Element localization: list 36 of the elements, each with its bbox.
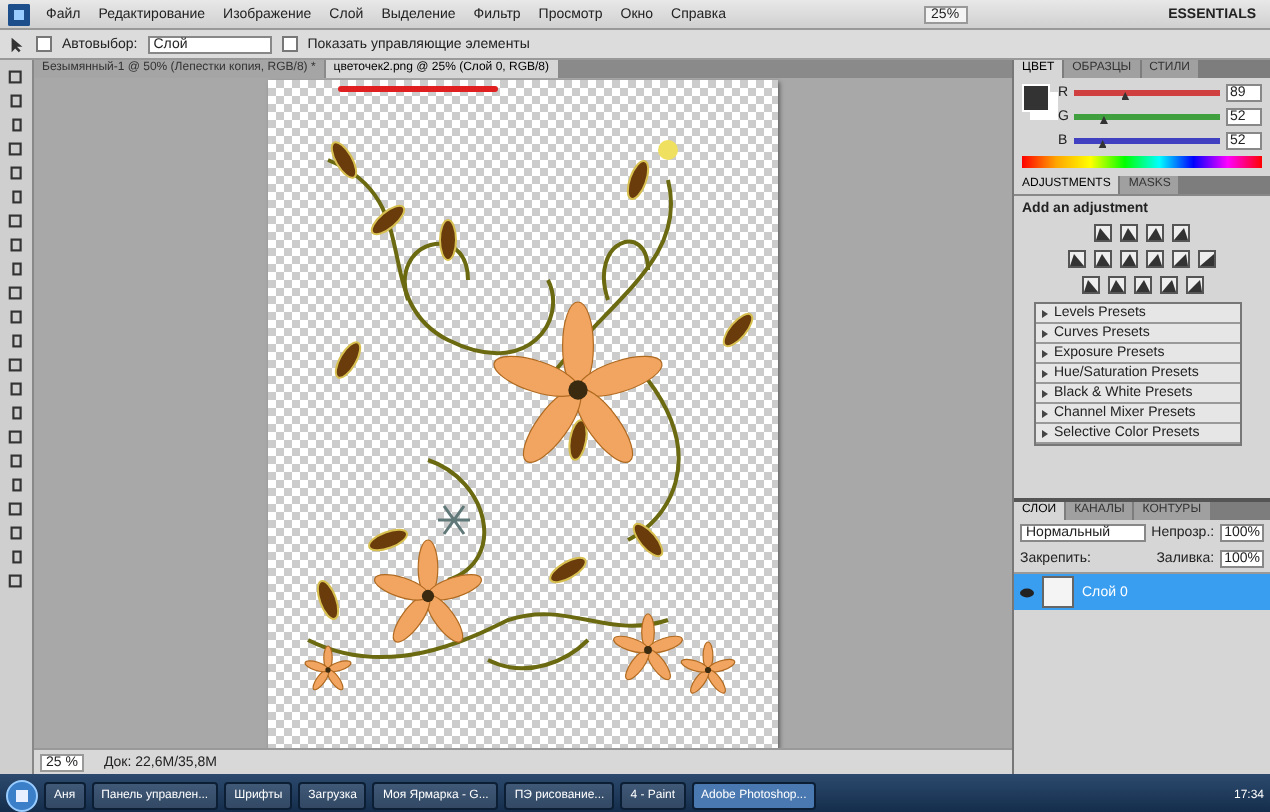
adjustment-icon[interactable] [1172, 224, 1190, 242]
expand-arrow-icon[interactable] [1042, 349, 1048, 357]
adjustment-icon[interactable] [1198, 250, 1216, 268]
expand-arrow-icon[interactable] [1042, 389, 1048, 397]
start-button[interactable] [6, 779, 38, 811]
adjustment-icon[interactable] [1094, 224, 1112, 242]
expand-arrow-icon[interactable] [1042, 429, 1048, 437]
expand-arrow-icon[interactable] [1042, 329, 1048, 337]
channel-slider[interactable] [1074, 114, 1220, 120]
channel-slider[interactable] [1074, 90, 1220, 96]
adjustment-icon[interactable] [1094, 250, 1112, 268]
eye-icon[interactable] [1020, 587, 1034, 597]
adjustment-icon[interactable] [1120, 224, 1138, 242]
checkbox[interactable] [36, 36, 52, 52]
channel-slider[interactable] [1073, 138, 1220, 144]
adjustment-icon[interactable] [1172, 250, 1190, 268]
checkbox[interactable] [281, 36, 298, 52]
expand-arrow-icon[interactable] [1042, 409, 1048, 417]
color-spectrum[interactable] [1022, 156, 1262, 168]
adjustment-icon[interactable] [1159, 276, 1177, 294]
expand-arrow-icon[interactable] [1042, 309, 1048, 317]
adjustment-icon[interactable] [1081, 276, 1099, 294]
adjustment-icon[interactable] [1107, 276, 1125, 294]
adjustment-icon[interactable] [1146, 250, 1164, 268]
adjustment-icon[interactable] [1133, 276, 1151, 294]
slider-thumb[interactable] [1121, 92, 1130, 100]
layer-thumbnail [1042, 576, 1074, 608]
slider-thumb[interactable] [1099, 116, 1108, 124]
expand-arrow-icon[interactable] [1042, 369, 1048, 377]
app-logo-icon [8, 3, 30, 25]
adjustment-icon[interactable] [1120, 250, 1138, 268]
slider-thumb[interactable] [1098, 140, 1107, 148]
adjustment-icon[interactable] [1185, 276, 1203, 294]
adjustment-icon[interactable] [1068, 250, 1086, 268]
adjustment-icon[interactable] [1146, 224, 1164, 242]
move-tool-icon[interactable] [8, 35, 26, 53]
